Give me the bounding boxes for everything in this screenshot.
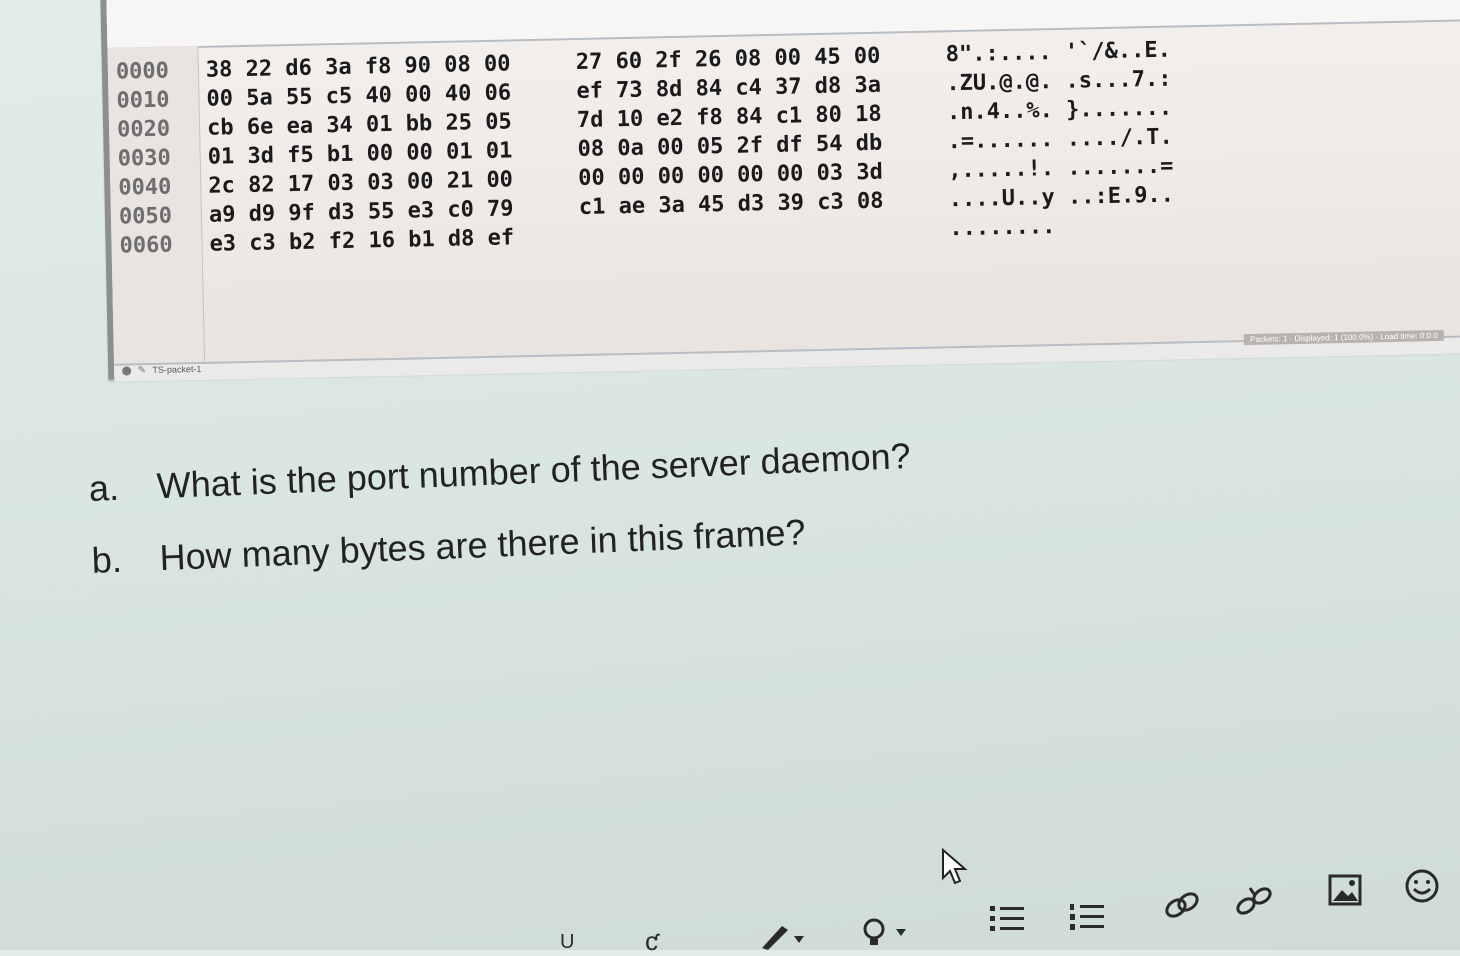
packet-bytes-pane: 0000 38 22 d6 3a f8 90 08 00 27 60 2f 26… xyxy=(100,0,1460,382)
packet-detail-pane-edge xyxy=(105,0,1460,50)
emoji-icon[interactable] xyxy=(1404,868,1440,904)
image-icon[interactable] xyxy=(1328,874,1364,908)
underline-icon[interactable]: U xyxy=(560,932,574,952)
question-list: a. What is the port number of the server… xyxy=(88,432,993,612)
link-icon[interactable] xyxy=(1160,888,1204,924)
row-offset: 0060 xyxy=(119,232,173,259)
status-dot-icon[interactable] xyxy=(122,366,132,376)
row-offset: 0010 xyxy=(116,87,170,114)
row-offset: 0020 xyxy=(116,116,171,143)
unlink-icon[interactable] xyxy=(1232,884,1276,920)
pen-color-icon[interactable] xyxy=(758,918,808,952)
status-packet-counts: Packets: 1 · Displayed: 1 (100.0%) · Loa… xyxy=(1244,329,1444,346)
strikethrough-icon[interactable]: ƈ xyxy=(645,928,658,954)
question-text: What is the port number of the server da… xyxy=(155,434,912,507)
editor-toolbar: U ƈ xyxy=(560,860,1460,954)
row-offset: 0030 xyxy=(117,145,171,172)
lightbulb-icon[interactable] xyxy=(860,915,920,951)
status-file-label: TS-packet-1 xyxy=(152,363,202,375)
hex-dump: 0000 38 22 d6 3a f8 90 08 00 27 60 2f 26… xyxy=(116,35,1210,261)
numbered-list-icon[interactable] xyxy=(1068,898,1108,934)
edit-pen-icon[interactable]: ✎ xyxy=(138,365,147,376)
status-left: ✎ TS-packet-1 xyxy=(122,363,202,377)
question-letter: b. xyxy=(90,538,123,581)
row-offset: 0040 xyxy=(118,174,172,201)
bullet-list-icon[interactable] xyxy=(988,900,1028,936)
row-offset: 0000 xyxy=(115,58,170,85)
question-letter: a. xyxy=(88,466,120,509)
row-ascii[interactable]: ........ xyxy=(949,209,1210,243)
row-offset: 0050 xyxy=(118,203,173,230)
status-bar: ✎ TS-packet-1 Packets: 1 · Displayed: 1 … xyxy=(114,329,1460,382)
